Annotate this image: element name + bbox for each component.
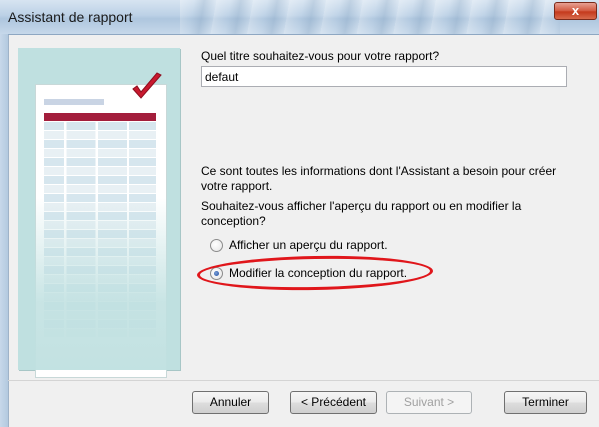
- next-button[interactable]: Suivant >: [386, 391, 472, 414]
- preview-radio[interactable]: [210, 238, 223, 252]
- window-frame-left: [0, 34, 8, 427]
- report-illustration: [18, 48, 180, 378]
- report-checkmark-icon: [132, 72, 162, 99]
- close-icon: x: [571, 3, 580, 18]
- window-title: Assistant de rapport: [8, 9, 133, 25]
- finish-button[interactable]: Terminer: [504, 391, 587, 414]
- title-bar-glass: [180, 0, 560, 34]
- question-text: Souhaitez-vous afficher l'aperçu du rapp…: [201, 199, 522, 228]
- illustration-fade: [18, 198, 180, 370]
- sheet-header-bar: [44, 99, 104, 105]
- close-button[interactable]: x: [554, 2, 597, 20]
- info-text: Ce sont toutes les informations dont l'A…: [201, 164, 557, 193]
- title-bar[interactable]: Assistant de rapport x: [0, 0, 599, 35]
- previous-button[interactable]: < Précédent: [290, 391, 377, 414]
- option-preview[interactable]: Afficher un aperçu du rapport.: [210, 237, 388, 253]
- report-wizard-window: Assistant de rapport x Quel titre souhai…: [0, 0, 599, 427]
- report-title-input[interactable]: [201, 66, 567, 87]
- cancel-button[interactable]: Annuler: [192, 391, 269, 414]
- preview-radio-label[interactable]: Afficher un aperçu du rapport.: [229, 238, 388, 252]
- button-bar-separator: [8, 380, 599, 381]
- title-prompt-label: Quel titre souhaitez-vous pour votre rap…: [201, 49, 440, 63]
